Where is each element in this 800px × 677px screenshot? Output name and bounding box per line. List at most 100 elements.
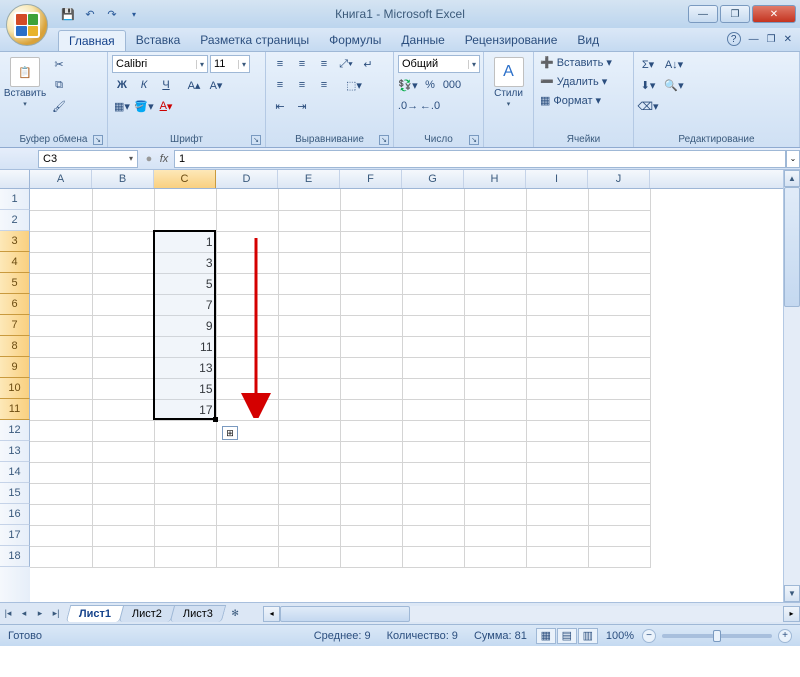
page-break-view-icon[interactable]: ▥ (578, 628, 598, 644)
cell-E7[interactable] (278, 315, 340, 336)
fx-icon[interactable]: fx (154, 153, 174, 165)
cell-E10[interactable] (278, 378, 340, 399)
cell-E3[interactable] (278, 231, 340, 252)
cell-I18[interactable] (526, 546, 588, 567)
vscroll-thumb[interactable] (784, 187, 800, 307)
cell-A8[interactable] (30, 336, 92, 357)
cell-C2[interactable] (154, 210, 216, 231)
cell-F9[interactable] (340, 357, 402, 378)
cell-H15[interactable] (464, 483, 526, 504)
row-header-8[interactable]: 8 (0, 336, 30, 357)
help-icon[interactable]: ? (727, 32, 741, 46)
delete-cells-button[interactable]: ➖Удалить ▾ (538, 74, 614, 89)
cell-B12[interactable] (92, 420, 154, 441)
sheet-nav-prev-icon[interactable]: ◂ (16, 606, 32, 622)
normal-view-icon[interactable]: ▦ (536, 628, 556, 644)
mdi-minimize-icon[interactable]: — (749, 34, 759, 45)
ribbon-tab-0[interactable]: Главная (58, 30, 126, 51)
page-layout-view-icon[interactable]: ▤ (557, 628, 577, 644)
sheet-nav-first-icon[interactable]: |◂ (0, 606, 16, 622)
cell-F16[interactable] (340, 504, 402, 525)
cell-B1[interactable] (92, 189, 154, 210)
cell-I16[interactable] (526, 504, 588, 525)
row-header-4[interactable]: 4 (0, 252, 30, 273)
sheet-nav-next-icon[interactable]: ▸ (32, 606, 48, 622)
cell-H1[interactable] (464, 189, 526, 210)
cell-B18[interactable] (92, 546, 154, 567)
cell-E16[interactable] (278, 504, 340, 525)
cell-G17[interactable] (402, 525, 464, 546)
align-launcher-icon[interactable]: ↘ (379, 135, 389, 145)
autofill-options-icon[interactable]: ⊞ (222, 426, 238, 440)
col-header-C[interactable]: C (154, 170, 216, 188)
align-right-icon[interactable]: ≡ (314, 76, 334, 94)
align-bottom-icon[interactable]: ≡ (314, 55, 334, 73)
copy-icon[interactable]: ⧉ (49, 76, 69, 94)
cell-A9[interactable] (30, 357, 92, 378)
font-launcher-icon[interactable]: ↘ (251, 135, 261, 145)
undo-icon[interactable]: ↶ (82, 6, 98, 22)
cell-J1[interactable] (588, 189, 650, 210)
row-header-16[interactable]: 16 (0, 504, 30, 525)
cell-J17[interactable] (588, 525, 650, 546)
scroll-left-icon[interactable]: ◂ (263, 606, 280, 622)
row-header-15[interactable]: 15 (0, 483, 30, 504)
cell-J6[interactable] (588, 294, 650, 315)
ribbon-tab-4[interactable]: Данные (391, 30, 454, 51)
cell-H5[interactable] (464, 273, 526, 294)
cell-B15[interactable] (92, 483, 154, 504)
cell-E2[interactable] (278, 210, 340, 231)
cell-I10[interactable] (526, 378, 588, 399)
cell-E13[interactable] (278, 441, 340, 462)
cell-C4[interactable]: 3 (154, 252, 216, 273)
cell-D15[interactable] (216, 483, 278, 504)
align-middle-icon[interactable]: ≡ (292, 55, 312, 73)
cell-J3[interactable] (588, 231, 650, 252)
cell-J2[interactable] (588, 210, 650, 231)
increase-decimal-icon[interactable]: .0→ (398, 97, 418, 115)
cell-F10[interactable] (340, 378, 402, 399)
cell-B14[interactable] (92, 462, 154, 483)
cell-G15[interactable] (402, 483, 464, 504)
cell-E11[interactable] (278, 399, 340, 420)
cell-E18[interactable] (278, 546, 340, 567)
cell-F7[interactable] (340, 315, 402, 336)
cell-I5[interactable] (526, 273, 588, 294)
minimize-button[interactable]: — (688, 5, 718, 23)
cell-J16[interactable] (588, 504, 650, 525)
row-header-6[interactable]: 6 (0, 294, 30, 315)
cell-I9[interactable] (526, 357, 588, 378)
save-icon[interactable]: 💾 (60, 6, 76, 22)
cell-G16[interactable] (402, 504, 464, 525)
cell-J11[interactable] (588, 399, 650, 420)
orientation-icon[interactable]: ⤢▾ (336, 55, 356, 73)
decrease-indent-icon[interactable]: ⇤ (270, 97, 290, 115)
fill-handle[interactable] (213, 417, 218, 422)
row-header-9[interactable]: 9 (0, 357, 30, 378)
cell-G2[interactable] (402, 210, 464, 231)
cell-C12[interactable] (154, 420, 216, 441)
cell-D17[interactable] (216, 525, 278, 546)
cell-H18[interactable] (464, 546, 526, 567)
cell-B17[interactable] (92, 525, 154, 546)
cell-I2[interactable] (526, 210, 588, 231)
cell-D16[interactable] (216, 504, 278, 525)
cell-A15[interactable] (30, 483, 92, 504)
cell-B5[interactable] (92, 273, 154, 294)
col-header-B[interactable]: B (92, 170, 154, 188)
cell-C14[interactable] (154, 462, 216, 483)
cell-G5[interactable] (402, 273, 464, 294)
office-button[interactable] (6, 4, 48, 46)
cell-D1[interactable] (216, 189, 278, 210)
cell-A13[interactable] (30, 441, 92, 462)
row-header-18[interactable]: 18 (0, 546, 30, 567)
cell-D13[interactable] (216, 441, 278, 462)
clipboard-launcher-icon[interactable]: ↘ (93, 135, 103, 145)
cell-A4[interactable] (30, 252, 92, 273)
format-painter-icon[interactable]: 🖌 (49, 97, 69, 115)
select-all-corner[interactable] (0, 170, 30, 189)
cell-B6[interactable] (92, 294, 154, 315)
mdi-close-icon[interactable]: ✕ (784, 34, 792, 45)
col-header-F[interactable]: F (340, 170, 402, 188)
grow-font-icon[interactable]: A▴ (184, 76, 204, 94)
